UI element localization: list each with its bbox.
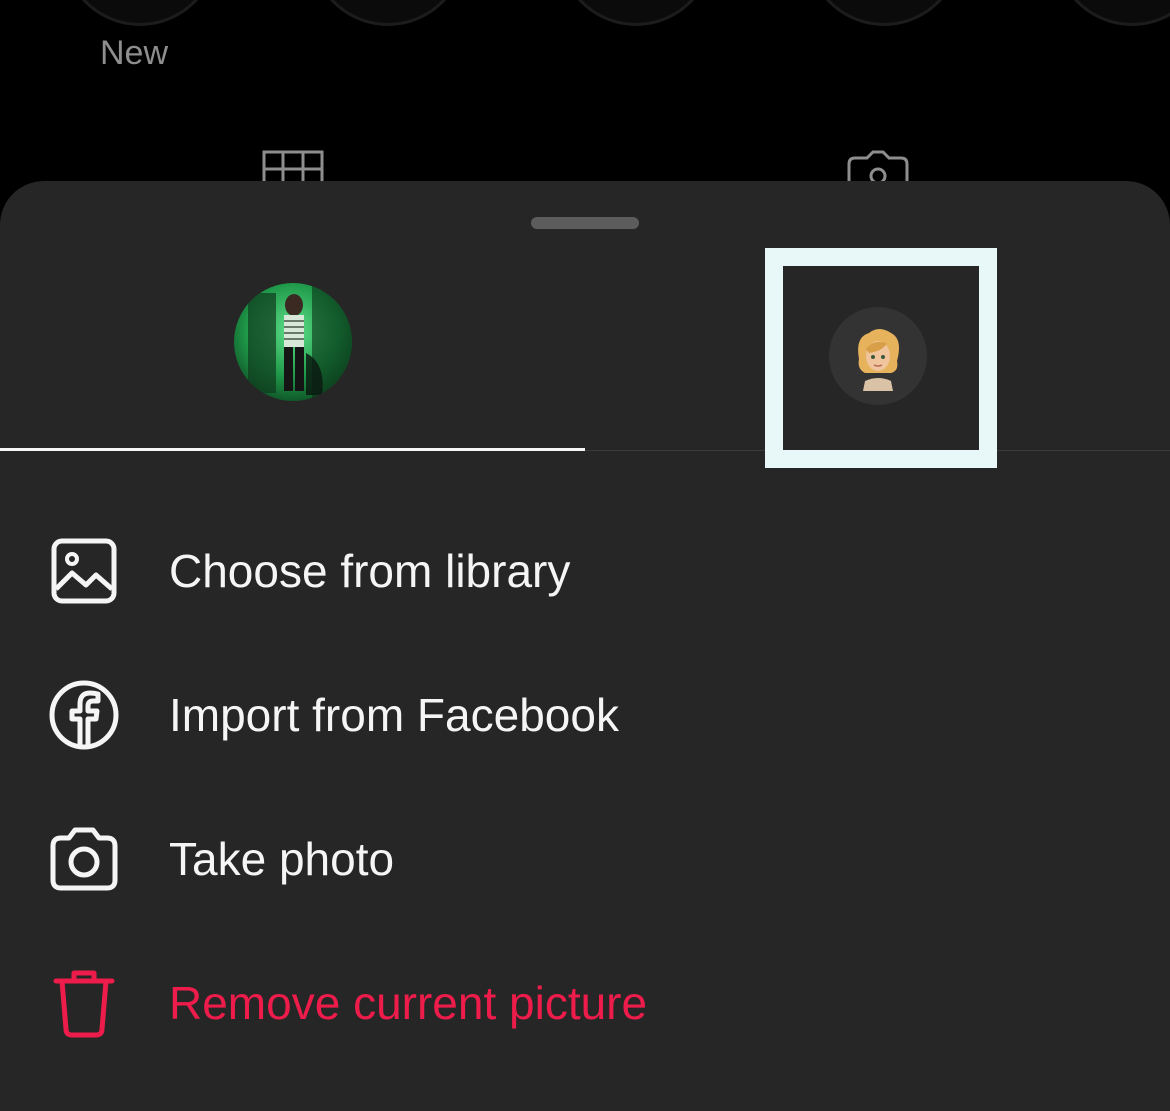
choose-from-library-option[interactable]: Choose from library: [0, 501, 1170, 641]
avatar-image: [829, 307, 927, 405]
import-from-facebook-option[interactable]: Import from Facebook: [0, 645, 1170, 785]
active-tab-indicator: [0, 448, 585, 451]
menu-item-label: Take photo: [169, 833, 395, 885]
new-highlight-button[interactable]: [62, 0, 218, 26]
take-photo-option[interactable]: Take photo: [0, 789, 1170, 929]
sheet-grabber[interactable]: [531, 217, 639, 229]
camera-icon: [48, 823, 120, 895]
image-icon: [48, 535, 120, 607]
facebook-icon: [48, 679, 120, 751]
new-highlight-label: New: [100, 34, 169, 72]
menu-item-label: Choose from library: [169, 545, 571, 597]
story-highlight[interactable]: [558, 0, 714, 26]
menu-item-label: Import from Facebook: [169, 689, 619, 741]
trash-icon: [48, 967, 120, 1039]
remove-current-picture-option[interactable]: Remove current picture: [0, 933, 1170, 1073]
story-highlight[interactable]: [1054, 0, 1170, 26]
profile-photo-tab[interactable]: [0, 241, 585, 451]
edit-picture-sheet: Choose from library Import from Facebook: [0, 181, 1170, 1111]
profile-photo-avatar: [233, 283, 352, 401]
story-highlight[interactable]: [806, 0, 962, 26]
menu-item-label: Remove current picture: [169, 977, 648, 1029]
screen: New Choose from library Import from Face…: [0, 0, 1170, 1111]
story-highlight[interactable]: [310, 0, 466, 26]
